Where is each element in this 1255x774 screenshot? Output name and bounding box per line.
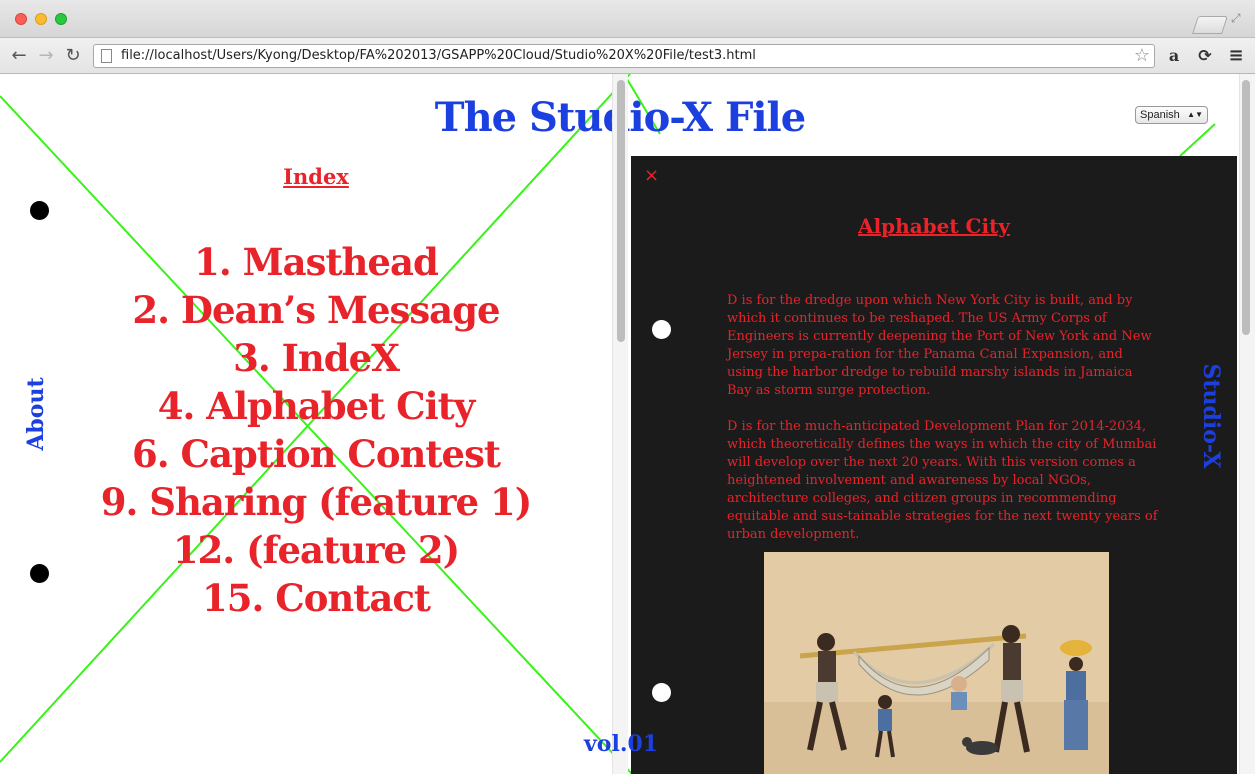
url-text[interactable]: file://localhost/Users/Kyong/Desktop/FA%…	[121, 48, 756, 63]
binder-hole-dot	[30, 564, 49, 583]
reload-button[interactable]: ↻	[62, 45, 84, 67]
article-paragraph: D is for the dredge upon which New York …	[727, 293, 1152, 398]
toc-item-caption-contest[interactable]: 6. Caption Contest	[0, 430, 632, 478]
zoom-window-button[interactable]	[55, 13, 67, 25]
article-title[interactable]: Alphabet City	[631, 214, 1237, 238]
amazon-extension-icon[interactable]: a	[1163, 45, 1185, 67]
forward-button[interactable]: →	[35, 45, 57, 67]
fullscreen-icon[interactable]: ⤢	[1231, 10, 1247, 26]
table-of-contents: 1. Masthead 2. Dean’s Message 3. IndeX 4…	[0, 238, 632, 622]
toc-item-alphabet-city[interactable]: 4. Alphabet City	[0, 382, 632, 430]
toc-item-deans-message[interactable]: 2. Dean’s Message	[0, 286, 632, 334]
index-heading-link[interactable]: Index	[0, 164, 632, 189]
left-pane-scroll-thumb[interactable]	[617, 80, 625, 342]
close-panel-button[interactable]: ×	[644, 166, 659, 186]
studio-x-tab[interactable]: Studio-X	[1198, 363, 1224, 468]
browser-toolbar: ← → ↻ file://localhost/Users/Kyong/Deskt…	[0, 38, 1255, 74]
article-paragraph: D is for the much-anticipated Developmen…	[727, 419, 1158, 542]
language-select[interactable]: Spanish ▲▼	[1135, 106, 1208, 124]
toc-item-sharing[interactable]: 9. Sharing (feature 1)	[0, 478, 632, 526]
address-bar[interactable]: file://localhost/Users/Kyong/Desktop/FA%…	[93, 44, 1155, 68]
select-arrows-icon: ▲▼	[1187, 110, 1203, 119]
new-tab-button[interactable]	[1192, 16, 1228, 34]
browser-menu-icon[interactable]: ≡	[1225, 45, 1247, 67]
binder-hole-dot	[652, 320, 671, 339]
bookmark-star-icon[interactable]: ☆	[1134, 45, 1150, 67]
language-select-value: Spanish	[1140, 109, 1180, 121]
toc-item-contact[interactable]: 15. Contact	[0, 574, 632, 622]
toc-item-index[interactable]: 3. IndeX	[0, 334, 632, 382]
toc-item-masthead[interactable]: 1. Masthead	[0, 238, 632, 286]
minimize-window-button[interactable]	[35, 13, 47, 25]
binder-hole-dot	[652, 683, 671, 702]
page-icon	[101, 49, 112, 63]
page-viewport: The Studio-X File Spanish ▲▼ Index 1. Ma…	[0, 74, 1255, 774]
hammock-bearers-illustration	[764, 552, 1109, 774]
back-button[interactable]: ←	[8, 45, 30, 67]
volume-label: vol.01	[584, 731, 659, 757]
toc-item-feature-2[interactable]: 12. (feature 2)	[0, 526, 632, 574]
right-pane-scroll-thumb[interactable]	[1242, 80, 1250, 335]
article-body: D is for the dredge upon which New York …	[727, 292, 1159, 562]
binder-hole-dot	[30, 201, 49, 220]
about-tab[interactable]: About	[23, 377, 49, 450]
window-titlebar: ⤢	[0, 0, 1255, 38]
sync-extension-icon[interactable]: ⟳	[1194, 45, 1216, 67]
close-window-button[interactable]	[15, 13, 27, 25]
